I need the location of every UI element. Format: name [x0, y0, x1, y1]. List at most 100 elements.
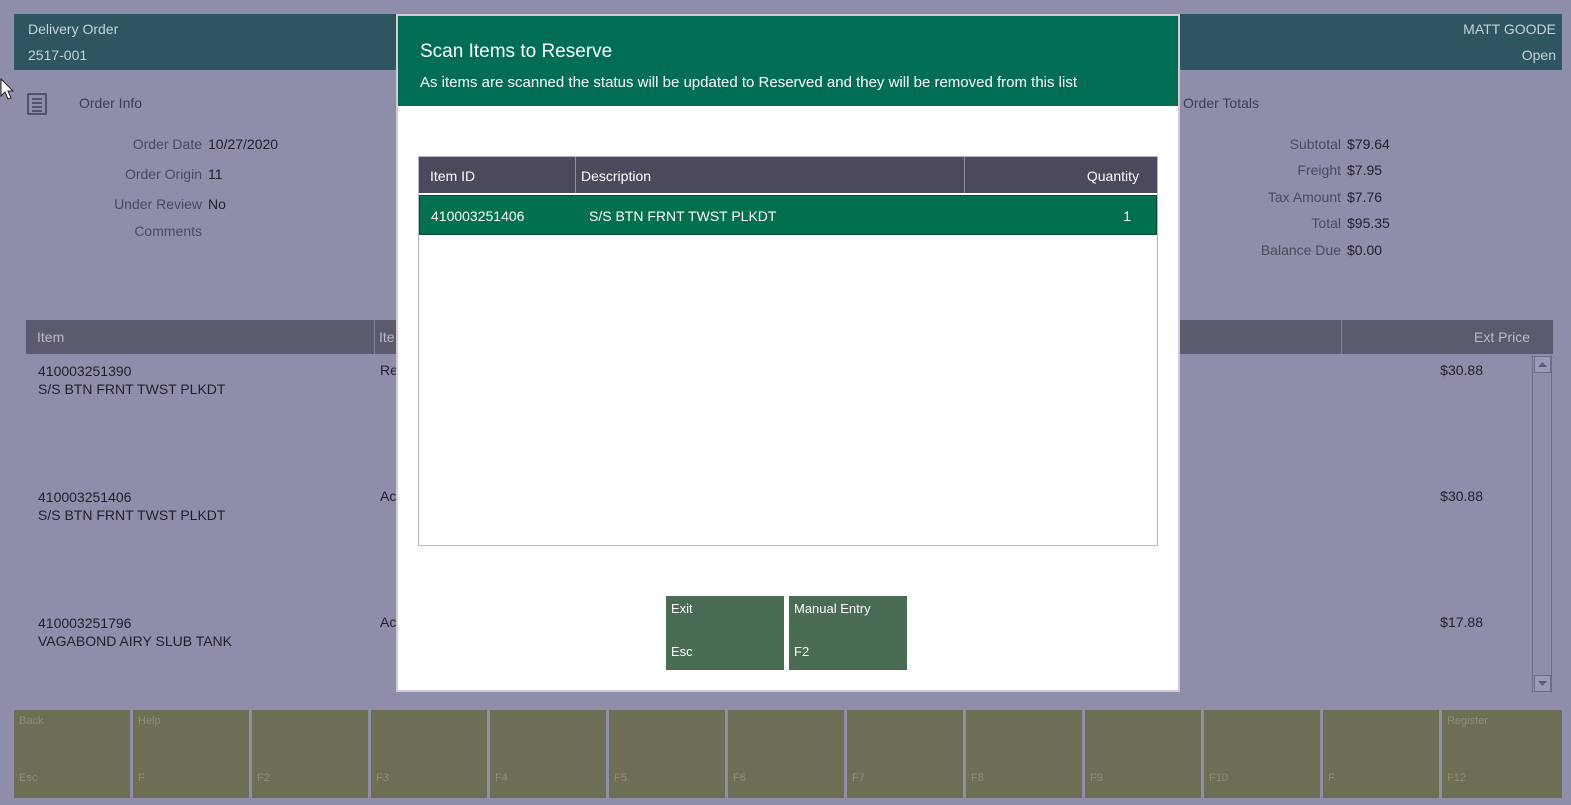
balance-due-label: Balance Due — [1260, 242, 1341, 258]
row-quantity: 1 — [1123, 208, 1131, 224]
line-item-id: 410003251796 — [38, 615, 132, 631]
table-row[interactable]: 410003251406 S/S BTN FRNT TWST PLKDT 1 — [419, 195, 1157, 235]
fkey-key: F7 — [852, 772, 865, 784]
function-key-bar: Back Esc Help F F2 F3 F4 F5 F6 F7 F8 F9 … — [14, 710, 1562, 798]
fkey-key: F — [1328, 772, 1335, 784]
fkey-label: Help — [138, 715, 161, 727]
fkey-key: F10 — [1209, 772, 1228, 784]
fkey-key: F — [138, 772, 145, 784]
order-date-value: 10/27/2020 — [208, 136, 279, 152]
fkey-f5-button[interactable]: F5 — [609, 710, 725, 798]
row-item-id: 410003251406 — [431, 208, 525, 224]
column-item-id[interactable]: Item ID — [430, 168, 475, 184]
row-description: S/S BTN FRNT TWST PLKDT — [589, 208, 777, 224]
exit-button[interactable]: Exit Esc — [666, 596, 784, 670]
fkey-register-button[interactable]: Register F12 — [1442, 710, 1562, 798]
tax-amount-label: Tax Amount — [1267, 189, 1341, 205]
under-review-label: Under Review — [114, 196, 202, 212]
fkey-f6-button[interactable]: F6 — [728, 710, 844, 798]
tax-amount-value: $7.76 — [1347, 189, 1383, 205]
column-separator — [575, 157, 576, 193]
manual-entry-button-label: Manual Entry — [794, 601, 871, 616]
order-date-label: Order Date — [132, 136, 202, 152]
freight-value: $7.95 — [1347, 162, 1383, 178]
fkey-key: F6 — [733, 772, 746, 784]
scroll-down-button[interactable] — [1534, 675, 1551, 692]
line-item-id: 410003251390 — [38, 363, 132, 379]
line-item-id: 410003251406 — [38, 489, 132, 505]
exit-button-key: Esc — [671, 644, 693, 659]
balance-due-value: $0.00 — [1347, 242, 1383, 258]
fkey-f8-button[interactable]: F8 — [966, 710, 1082, 798]
subtotal-label: Subtotal — [1289, 136, 1341, 152]
column-item[interactable]: Item — [37, 329, 64, 345]
fkey-f2-button[interactable]: F2 — [252, 710, 368, 798]
exit-button-label: Exit — [671, 601, 693, 616]
scroll-up-button[interactable] — [1534, 356, 1551, 373]
fkey-key: F4 — [495, 772, 508, 784]
order-origin-label: Order Origin — [124, 166, 202, 182]
fkey-label: Back — [19, 715, 44, 727]
arrow-up-icon — [1538, 362, 1547, 367]
total-label: Total — [1311, 215, 1341, 231]
order-lines-scrollbar[interactable] — [1532, 355, 1552, 693]
table-row[interactable]: 410003251406 S/S BTN FRNT TWST PLKDT — [38, 488, 225, 524]
freight-label: Freight — [1297, 162, 1341, 178]
order-status: Open — [1521, 47, 1556, 63]
total-value: $95.35 — [1347, 215, 1390, 231]
fkey-help-button[interactable]: Help F — [133, 710, 249, 798]
table-row[interactable]: 410003251390 S/S BTN FRNT TWST PLKDT — [38, 362, 225, 398]
mouse-cursor-icon — [0, 78, 15, 100]
fkey-key: F8 — [971, 772, 984, 784]
order-type-label: Delivery Order — [28, 21, 119, 37]
fkey-key: F3 — [376, 772, 389, 784]
dialog-header: Scan Items to Reserve As items are scann… — [398, 16, 1178, 106]
fkey-f3-button[interactable]: F3 — [371, 710, 487, 798]
column-separator — [1341, 320, 1342, 354]
line-item-description: VAGABOND AIRY SLUB TANK — [38, 633, 232, 649]
fkey-back-button[interactable]: Back Esc — [14, 710, 130, 798]
column-quantity[interactable]: Quantity — [1087, 168, 1139, 184]
line-item-price: $17.88 — [1440, 614, 1483, 630]
under-review-value: No — [208, 196, 226, 212]
column-separator — [964, 157, 965, 193]
items-table-header: Item ID Description Quantity — [419, 157, 1157, 193]
order-totals-label: Order Totals — [1183, 95, 1259, 111]
fkey-f11-button[interactable]: F — [1323, 710, 1439, 798]
manual-entry-button-key: F2 — [794, 644, 810, 659]
order-info-label: Order Info — [79, 95, 143, 111]
fkey-key: F2 — [257, 772, 270, 784]
fkey-key: Esc — [19, 772, 38, 784]
fkey-key: F9 — [1090, 772, 1103, 784]
fkey-f10-button[interactable]: F10 — [1204, 710, 1320, 798]
fkey-key: F5 — [614, 772, 627, 784]
column-separator — [374, 320, 375, 354]
column-ext-price[interactable]: Ext Price — [1474, 329, 1530, 345]
order-origin-value: 11 — [208, 166, 223, 182]
user-name: MATT GOODE — [1463, 21, 1556, 37]
fkey-key: F12 — [1447, 772, 1466, 784]
fkey-f9-button[interactable]: F9 — [1085, 710, 1201, 798]
subtotal-value: $79.64 — [1347, 136, 1390, 152]
line-item-price: $30.88 — [1440, 488, 1483, 504]
manual-entry-button[interactable]: Manual Entry F2 — [789, 596, 907, 670]
scan-items-dialog: Scan Items to Reserve As items are scann… — [396, 14, 1180, 692]
line-item-status: Ac — [380, 614, 397, 630]
line-item-status: Ac — [380, 488, 397, 504]
fkey-label: Register — [1447, 715, 1488, 727]
document-icon[interactable] — [27, 93, 47, 115]
comments-label: Comments — [134, 223, 202, 239]
line-item-description: S/S BTN FRNT TWST PLKDT — [38, 507, 226, 523]
line-item-description: S/S BTN FRNT TWST PLKDT — [38, 381, 226, 397]
table-row[interactable]: 410003251796 VAGABOND AIRY SLUB TANK — [38, 614, 232, 650]
arrow-down-icon — [1538, 681, 1547, 686]
fkey-f4-button[interactable]: F4 — [490, 710, 606, 798]
dialog-subtitle: As items are scanned the status will be … — [420, 74, 1077, 91]
order-number: 2517-001 — [28, 47, 88, 63]
line-item-price: $30.88 — [1440, 362, 1483, 378]
dialog-title: Scan Items to Reserve — [420, 41, 613, 62]
items-to-reserve-table: Item ID Description Quantity 41000325140… — [418, 156, 1158, 546]
column-item-status[interactable]: Ite — [379, 329, 395, 345]
fkey-f7-button[interactable]: F7 — [847, 710, 963, 798]
column-description[interactable]: Description — [581, 168, 651, 184]
